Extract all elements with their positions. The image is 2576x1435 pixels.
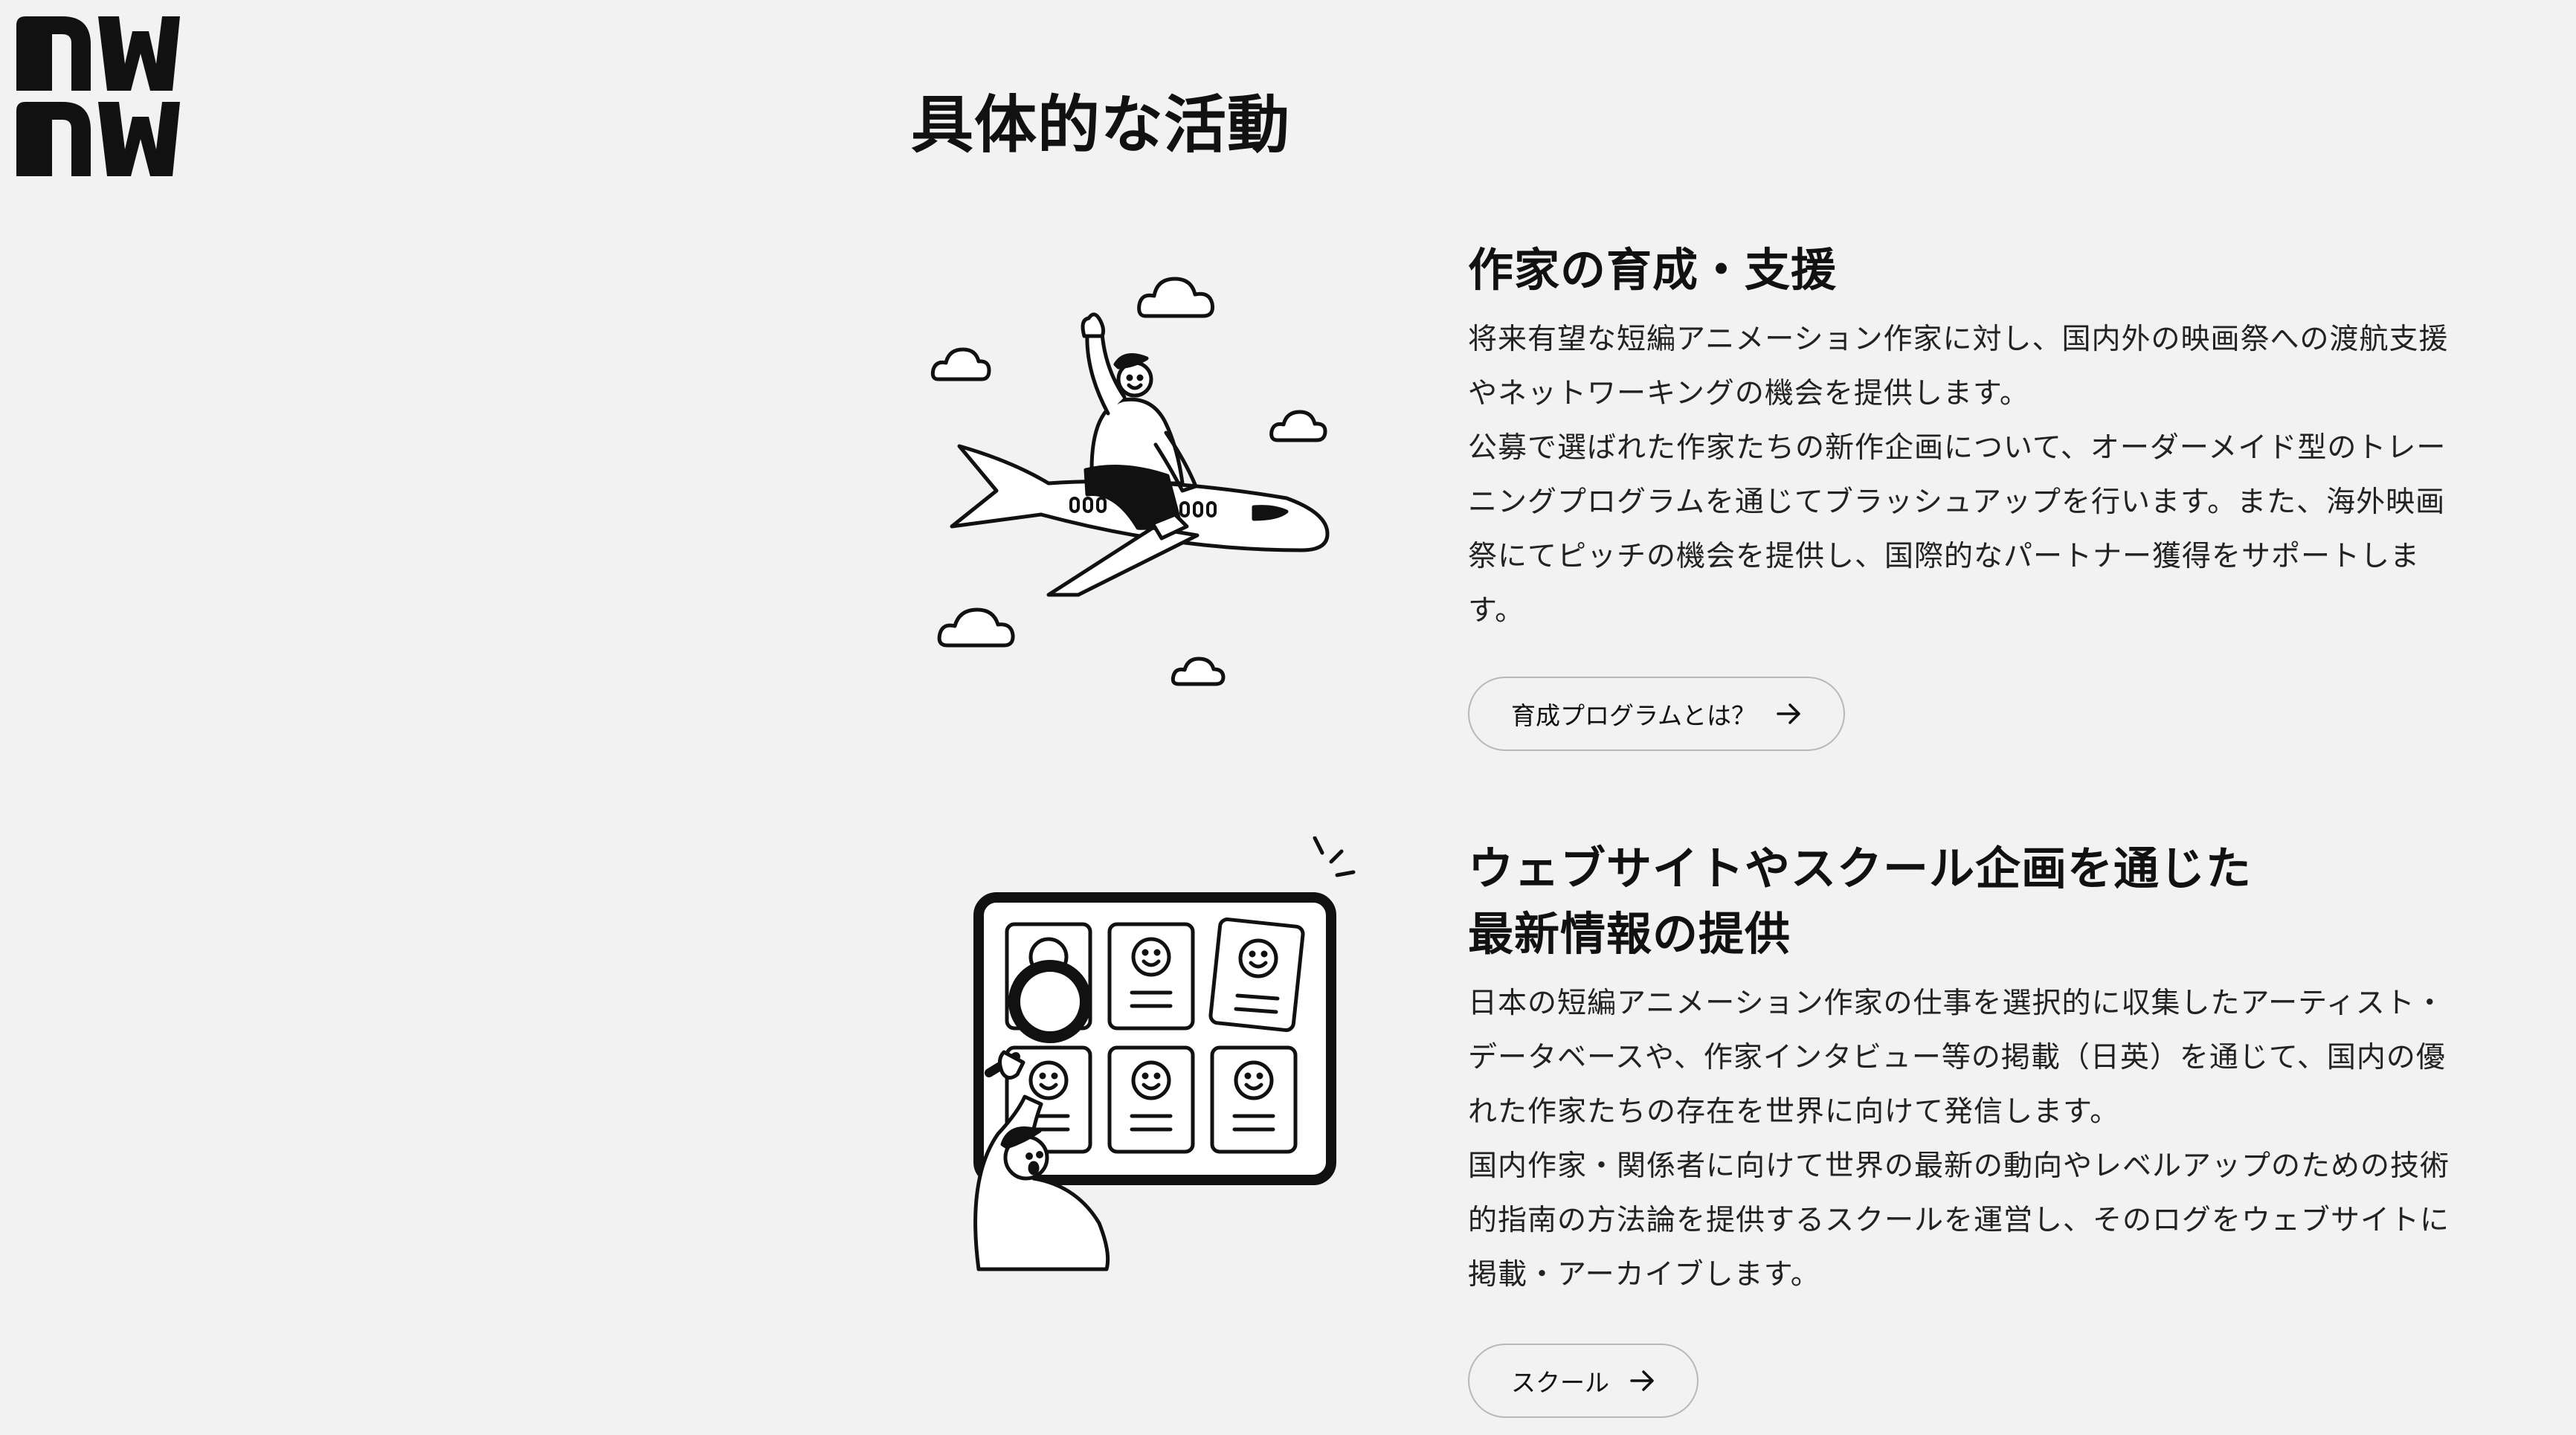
activity-content: 作家の育成・支援 将来有望な短編アニメーション作家に対し、国内外の映画祭への渡航… (1468, 238, 2457, 638)
person-with-magnifier-database-illustration (973, 836, 1356, 1271)
school-button-label: スクール (1511, 1368, 1609, 1397)
activity-title: 作家の育成・支援 (1468, 244, 1838, 297)
training-program-button-label: 育成プログラムとは？ (1511, 701, 1756, 730)
activity-title-line-1: ウェブサイトやスクール企画を通じた (1468, 842, 2253, 895)
logo-mark (16, 16, 180, 176)
activity-paragraph: 日本の短編アニメーション作家の仕事を選択的に収集したアーティスト・データベースや… (1468, 987, 2446, 1129)
activity-paragraph: 将来有望な短編アニメーション作家に対し、国内外の映画祭への渡航支援やネットワーキ… (1468, 323, 2449, 410)
arrow-right-icon (1630, 1370, 1654, 1391)
activity-title-line-2: 最新情報の提供 (1468, 908, 1791, 961)
activity-content: ウェブサイトやスクール企画を通じた 最新情報の提供 日本の短編アニメーション作家… (1468, 836, 2457, 1302)
person-riding-airplane-illustration (930, 277, 1330, 686)
training-program-button[interactable]: 育成プログラムとは？ (1468, 677, 1846, 751)
activity-paragraph: 公募で選ばれた作家たちの新作企画について、オーダーメイド型のトレーニングプログラ… (1468, 431, 2447, 628)
nwnw-logo-icon[interactable] (16, 16, 180, 176)
arrow-right-icon (1777, 703, 1800, 724)
page: 具体的な活動 作家の育成・支援 将来有望な短編アニメーション作家に対し、国内外の… (0, 0, 2576, 1435)
activity-paragraph: 国内作家・関係者に向けて世界の最新の動向やレベルアップのための技術的指南の方法論… (1468, 1149, 2450, 1292)
school-button[interactable]: スクール (1468, 1344, 1698, 1418)
page-title: 具体的な活動 (911, 88, 1291, 161)
